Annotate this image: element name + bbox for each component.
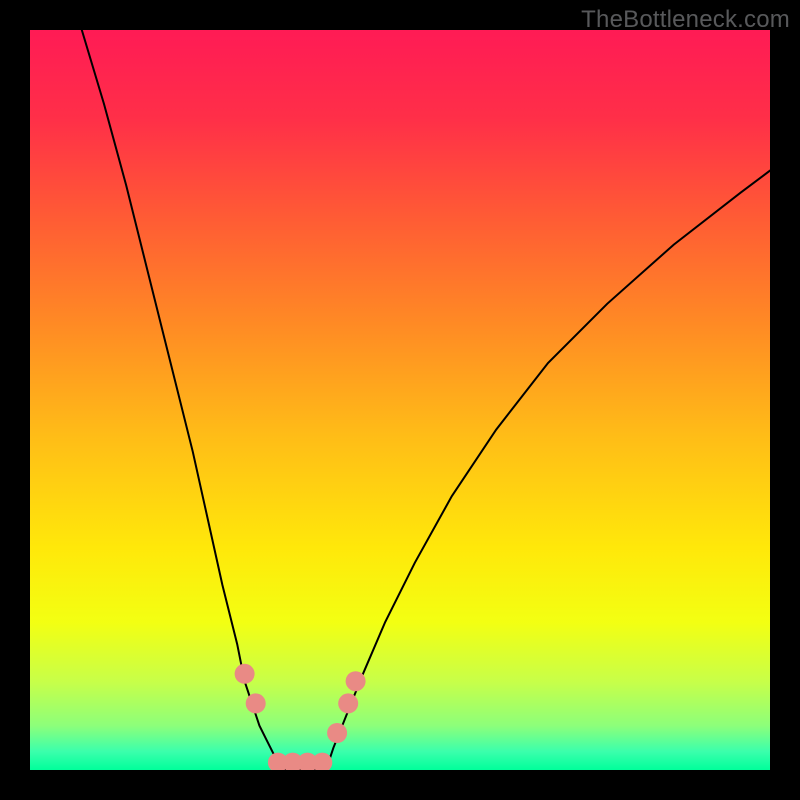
left-marker-2 xyxy=(246,693,266,713)
right-marker-1 xyxy=(327,723,347,743)
chart-frame xyxy=(30,30,770,770)
chart-background xyxy=(30,30,770,770)
watermark-text: TheBottleneck.com xyxy=(581,6,790,34)
right-marker-2 xyxy=(338,693,358,713)
chart-plot xyxy=(30,30,770,770)
left-marker-1 xyxy=(235,664,255,684)
right-marker-3 xyxy=(346,671,366,691)
